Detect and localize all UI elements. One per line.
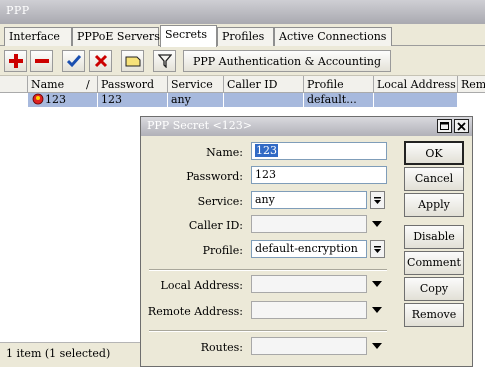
service-dropdown-button[interactable] [370,191,385,209]
dialog-title-bar[interactable]: PPP Secret <123> [141,117,472,136]
maximize-button[interactable] [437,119,452,133]
window-title-bar: PPP [0,0,485,24]
dialog-title: PPP Secret <123> [147,119,253,132]
comment-icon [125,56,140,67]
tab-active-connections[interactable]: Active Connections [274,27,392,46]
cell-profile: default... [304,93,374,107]
check-icon [66,55,81,68]
add-button[interactable] [4,50,27,72]
cell-name: 123 [28,93,98,107]
local-address-expand-icon[interactable] [372,281,382,287]
row-spacer [0,93,28,107]
ppp-secret-dialog: PPP Secret <123> Name: 123 Password: 123… [140,116,473,367]
tab-pppoe-servers[interactable]: PPPoE Servers [72,27,160,46]
col-remote-address[interactable]: Remo [458,76,485,93]
profile-label: Profile: [202,244,243,257]
disable-button[interactable] [89,50,112,72]
separator [149,330,387,332]
status-text: 1 item (1 selected) [6,347,111,360]
tab-secrets[interactable]: Secrets [160,25,217,47]
profile-select[interactable]: default-encryption [251,240,367,258]
local-address-label: Local Address: [160,279,243,292]
tab-bar: Interface PPPoE Servers Secrets Profiles… [0,24,485,47]
dropdown-arrow-icon [374,245,381,253]
user-secret-icon [32,93,44,105]
password-label: Password: [186,170,243,183]
separator [149,269,387,271]
caller-id-expand-icon[interactable] [372,221,382,227]
name-field[interactable]: 123 [251,142,387,160]
routes-label: Routes: [200,341,243,354]
remove-button[interactable]: Remove [404,303,464,327]
cell-service: any [168,93,224,107]
copy-button[interactable]: Copy [404,277,464,301]
maximize-icon [440,122,449,130]
routes-field[interactable] [251,337,367,355]
local-address-field[interactable] [251,275,367,293]
cell-local-address [374,93,458,107]
x-icon [94,54,107,68]
name-label: Name: [206,146,243,159]
close-button[interactable] [454,119,469,133]
col-service[interactable]: Service [168,76,224,93]
profile-dropdown-button[interactable] [370,240,385,258]
caller-id-field[interactable] [251,215,367,233]
tab-profiles[interactable]: Profiles [217,27,274,46]
remote-address-field[interactable] [251,301,367,319]
window-title: PPP [6,4,30,17]
col-caller-id[interactable]: Caller ID [224,76,304,93]
filter-button[interactable] [153,50,176,72]
remote-address-expand-icon[interactable] [372,307,382,313]
caller-id-label: Caller ID: [188,219,243,232]
toolbar: PPP Authentication & Accounting [0,46,485,76]
cancel-button[interactable]: Cancel [404,167,464,191]
cell-name-text: 123 [45,93,66,106]
ppp-auth-accounting-button[interactable]: PPP Authentication & Accounting [183,50,391,72]
filter-icon [157,54,172,68]
col-sort-indicator: / [86,76,98,93]
col-local-address[interactable]: Local Address [374,76,458,93]
col-password[interactable]: Password [98,76,168,93]
col-blank [0,76,28,93]
col-profile[interactable]: Profile [304,76,374,93]
enable-button[interactable] [62,50,85,72]
password-field[interactable]: 123 [251,166,387,184]
remote-address-label: Remote Address: [147,305,243,318]
apply-button[interactable]: Apply [404,193,464,217]
remove-button[interactable] [30,50,53,72]
name-value: 123 [255,144,278,157]
close-icon [457,121,466,131]
minus-icon [34,59,49,63]
comment-button[interactable]: Comment [404,251,464,275]
cell-caller-id [224,93,304,107]
service-label: Service: [197,195,243,208]
dropdown-arrow-icon [374,196,381,204]
routes-expand-icon[interactable] [372,343,382,349]
cell-password: 123 [98,93,168,107]
ok-button[interactable]: OK [404,141,464,165]
service-select[interactable]: any [251,191,367,209]
status-bar: 1 item (1 selected) [0,342,140,367]
col-name[interactable]: Name [28,76,86,93]
disable-button[interactable]: Disable [404,225,464,249]
plus-icon [8,54,23,68]
table-header: Name / Password Service Caller ID Profil… [0,76,485,93]
table-row[interactable]: 123 123 any default... [0,93,485,107]
tab-interface[interactable]: Interface [4,27,72,46]
comment-button[interactable] [121,50,144,72]
